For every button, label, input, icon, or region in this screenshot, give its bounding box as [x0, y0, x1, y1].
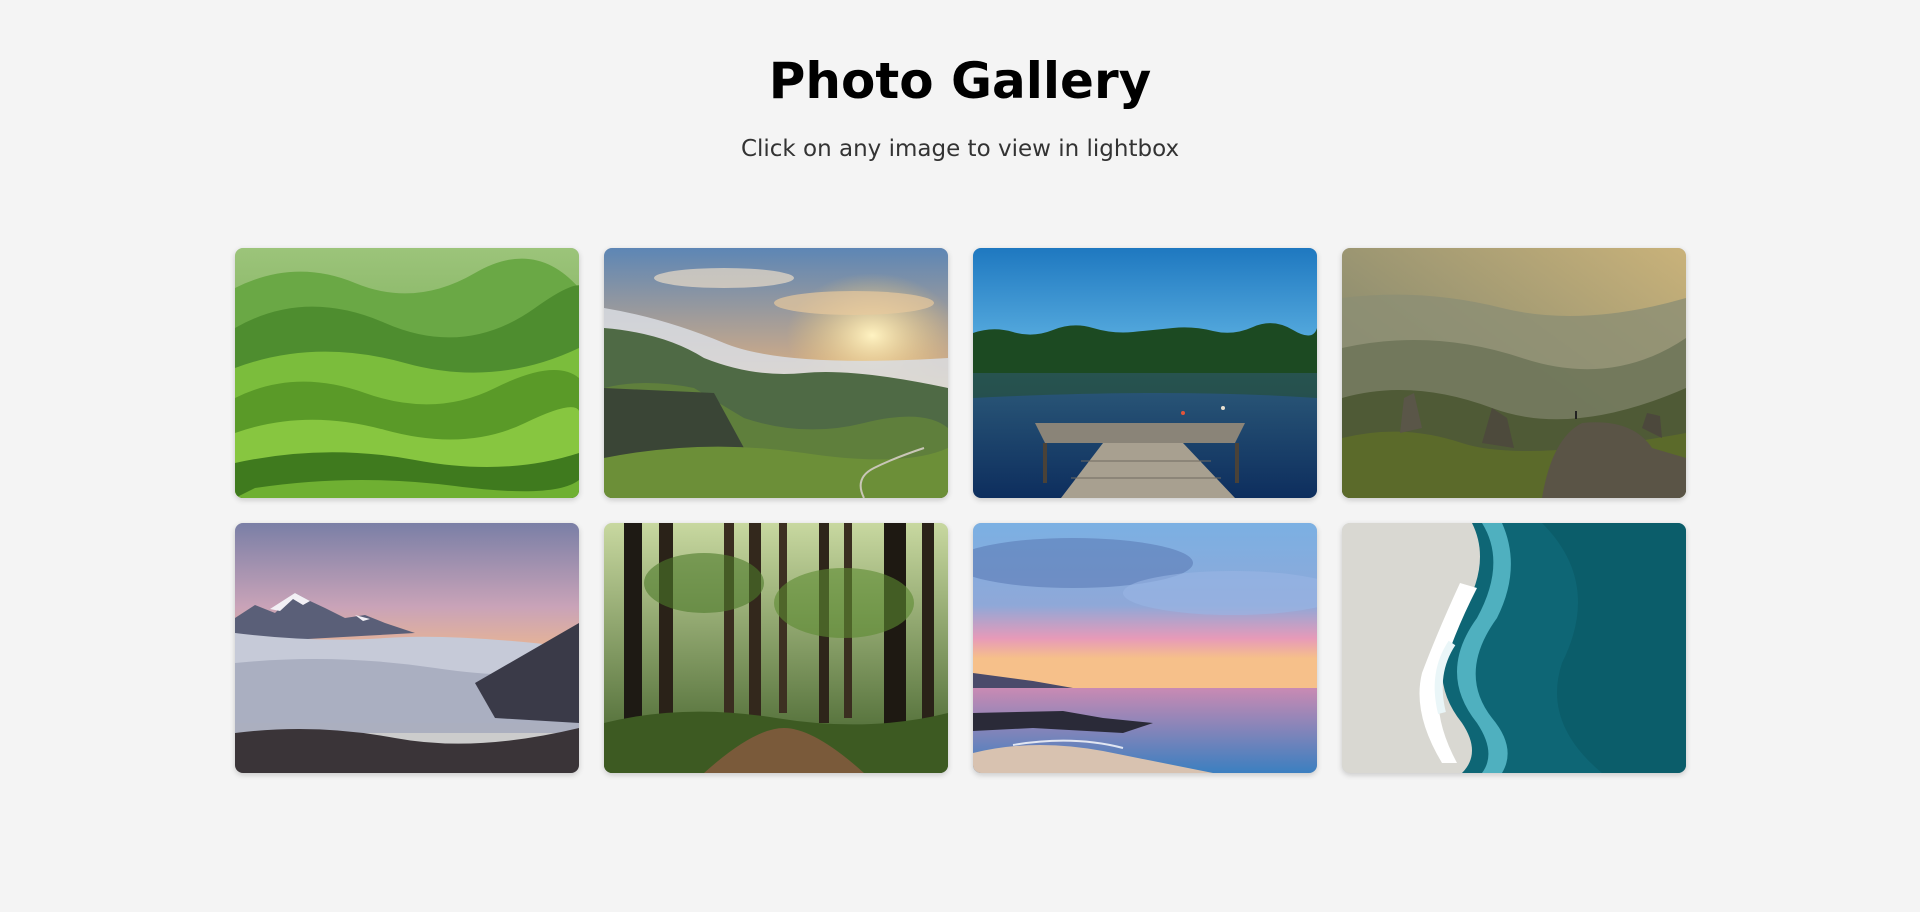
- mountain-sunrise-photo: [604, 248, 948, 498]
- forest-path-photo: [604, 523, 948, 773]
- gallery-image-beach-sunset[interactable]: [973, 523, 1317, 773]
- page-subtitle: Click on any image to view in lightbox: [740, 136, 1180, 162]
- image-gallery-grid: [235, 248, 1686, 773]
- lake-dock-photo: [973, 248, 1317, 498]
- gallery-image-lake-dock[interactable]: [973, 248, 1317, 498]
- green-hills-photo: [235, 248, 579, 498]
- gallery-image-forest-path[interactable]: [604, 523, 948, 773]
- gallery-image-green-hills[interactable]: [235, 248, 579, 498]
- gallery-image-golden-mountains[interactable]: [1342, 248, 1686, 498]
- page-title: Photo Gallery: [768, 52, 1152, 110]
- gallery-image-mountain-sunrise[interactable]: [604, 248, 948, 498]
- golden-mountains-photo: [1342, 248, 1686, 498]
- beach-sunset-photo: [973, 523, 1317, 773]
- snowy-peaks-photo: [235, 523, 579, 773]
- gallery-image-aerial-wave[interactable]: [1342, 523, 1686, 773]
- aerial-wave-photo: [1342, 523, 1686, 773]
- gallery-image-snowy-peaks[interactable]: [235, 523, 579, 773]
